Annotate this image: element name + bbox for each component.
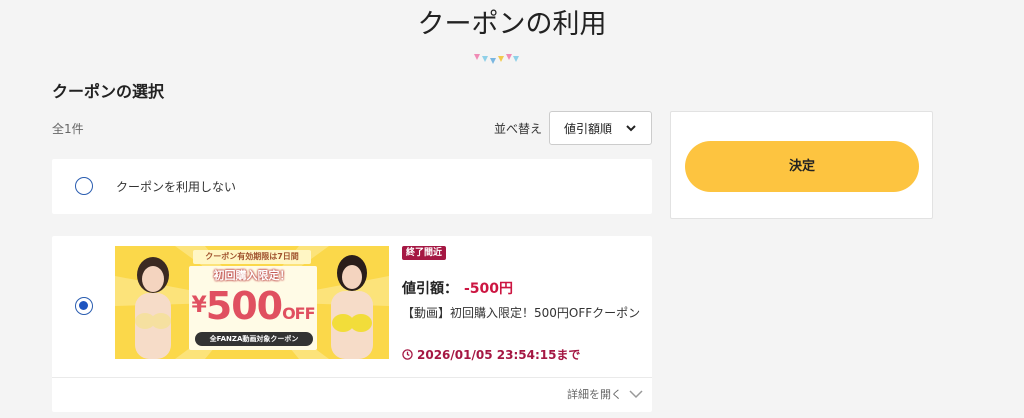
- banner-validity-text: クーポン有効期限は7日間: [193, 250, 311, 264]
- banner-yen: ¥: [191, 293, 206, 318]
- coupon-page: クーポンの利用 クーポンの選択 全1件 並べ替え 値引額順 クーポンを利用しない: [0, 0, 1024, 418]
- details-toggle[interactable]: 詳細を開く: [567, 386, 644, 402]
- card-divider: [52, 377, 652, 378]
- banner-amount-value: 500: [205, 284, 283, 328]
- no-coupon-label: クーポンを利用しない: [116, 180, 237, 194]
- chevron-down-icon: [626, 125, 636, 132]
- sort-label: 並べ替え: [494, 122, 543, 136]
- coupon-name: 【動画】初回購入限定！500円OFFクーポン: [402, 306, 641, 320]
- banner-limited-text: 初回購入限定！: [213, 269, 291, 282]
- discount-label: 値引額：: [402, 281, 458, 297]
- coupon-deadline: 2026/01/05 23:54:15まで: [402, 346, 580, 363]
- model-photo-right: [331, 255, 373, 359]
- section-title: クーポンの選択: [52, 82, 165, 101]
- no-coupon-option[interactable]: クーポンを利用しない: [52, 159, 652, 214]
- banner-amount: ¥500OFF: [191, 284, 315, 328]
- banner-target-text: 全FANZA動画対象クーポン: [195, 332, 313, 346]
- model-photo-left: [135, 257, 171, 359]
- discount-row: 値引額： -500円: [402, 278, 513, 298]
- coupon-banner-image: クーポン有効期限は7日間 初回購入限定！ ¥500OFF 全FANZA動画対象ク…: [115, 246, 389, 359]
- no-coupon-radio[interactable]: [75, 177, 93, 195]
- sort-select[interactable]: 値引額順: [549, 111, 652, 145]
- chevron-down-icon: [629, 390, 643, 399]
- coupon-option[interactable]: クーポン有効期限は7日間 初回購入限定！ ¥500OFF 全FANZA動画対象ク…: [52, 236, 652, 412]
- decision-panel: 決定: [670, 111, 933, 219]
- coupon-radio[interactable]: [75, 297, 93, 315]
- ending-soon-badge: 終了間近: [402, 246, 447, 260]
- page-title: クーポンの利用: [417, 9, 607, 40]
- deadline-text: 2026/01/05 23:54:15まで: [417, 348, 581, 362]
- result-count: 全1件: [52, 122, 84, 136]
- clock-icon: [402, 349, 413, 360]
- banner-off: OFF: [282, 304, 315, 323]
- decide-button[interactable]: 決定: [685, 141, 919, 192]
- details-label: 詳細を開く: [567, 388, 622, 401]
- bunting-decoration-icon: [474, 54, 519, 64]
- discount-value: -500円: [464, 281, 514, 297]
- sort-selected-value: 値引額順: [564, 121, 613, 136]
